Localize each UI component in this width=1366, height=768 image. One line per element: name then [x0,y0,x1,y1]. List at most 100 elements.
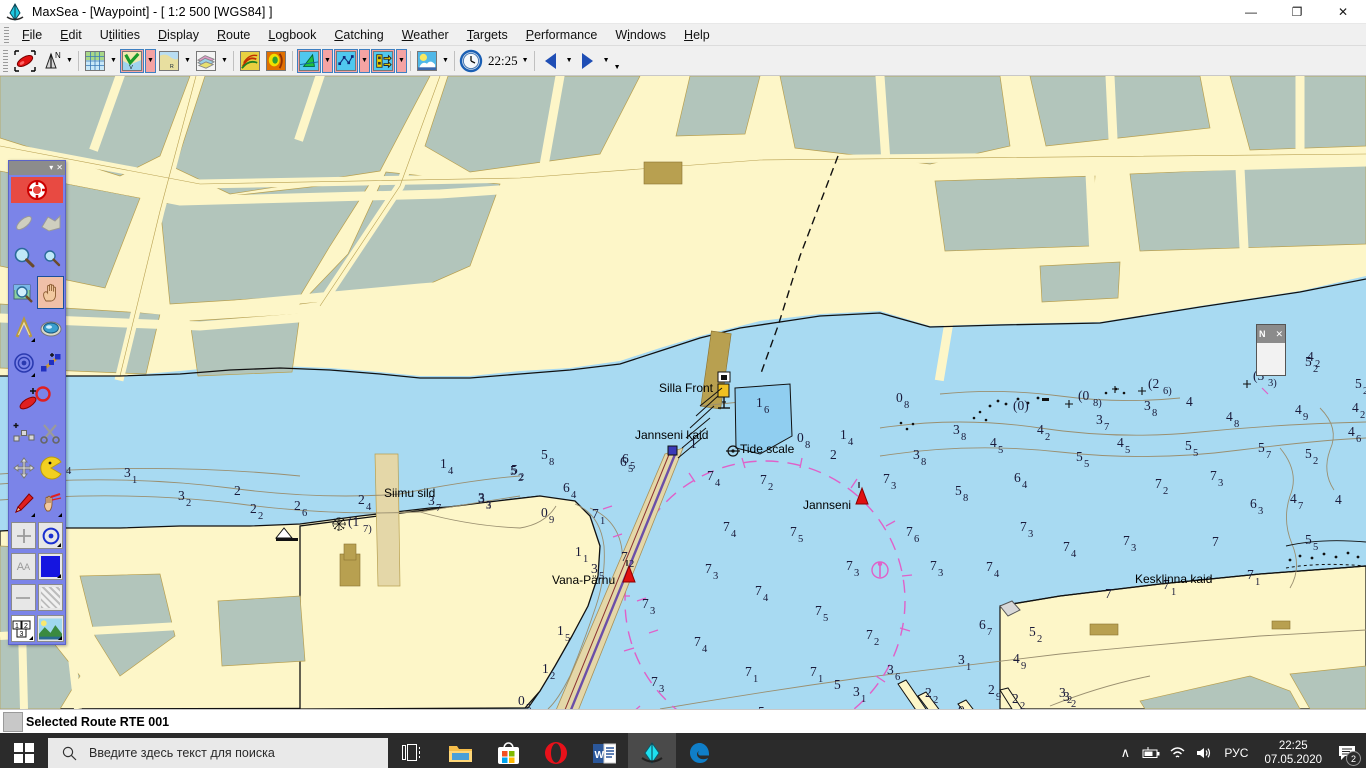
tool-flyout-corner-icon[interactable] [31,513,35,517]
annotate-hand-tool[interactable] [38,487,63,518]
tray-chevron-up-icon[interactable]: ∧ [1112,733,1138,768]
next-step-icon[interactable] [576,49,600,73]
bathymetry-icon[interactable] [238,49,262,73]
fill-color-button[interactable] [37,553,63,580]
route-layer-icon[interactable] [334,48,358,73]
close-button[interactable]: ✕ [1320,0,1366,24]
taskbar-search-input[interactable]: Введите здесь текст для поиска [48,738,388,768]
crosshair-symbol-button[interactable] [11,522,36,549]
mark-symbol-button[interactable] [38,522,63,549]
chart-layers-dropdown-icon[interactable]: ▼ [219,49,230,73]
chart-layers-icon[interactable] [194,49,218,73]
menu-item-logbook[interactable]: Logbook [259,26,325,44]
raster-chart-icon[interactable]: R [157,49,181,73]
waypoint-list-icon[interactable] [371,48,395,73]
weather-icon[interactable] [415,49,439,73]
toolbar-overflow-icon[interactable]: ▼ [612,49,623,73]
grid-chart-icon[interactable] [83,49,107,73]
hatch-pattern-button[interactable] [37,584,63,611]
menu-item-file[interactable]: File [13,26,51,44]
tool-flyout-corner-icon[interactable] [31,373,35,377]
task-view-icon[interactable] [388,733,436,768]
minimize-button[interactable]: — [1228,0,1274,24]
tool-flyout-corner-icon[interactable] [31,338,35,342]
menu-item-performance[interactable]: Performance [517,26,607,44]
grid-chart-dropdown-icon[interactable]: ▼ [108,49,119,73]
boat-position-icon[interactable] [13,49,37,73]
menu-item-weather[interactable]: Weather [393,26,458,44]
line-style-button[interactable] [11,584,36,611]
maximize-button[interactable]: ❐ [1274,0,1320,24]
microsoft-edge-icon[interactable] [676,733,724,768]
menu-item-display[interactable]: Display [149,26,208,44]
image-flyout-corner-icon[interactable] [57,636,62,640]
next-step-dropdown-icon[interactable]: ▼ [601,49,612,73]
move-object-tool[interactable] [11,452,36,483]
opera-browser-icon[interactable] [532,733,580,768]
volume-icon[interactable] [1190,733,1216,768]
taskbar-clock[interactable]: 22:25 07.05.2020 [1256,739,1330,767]
marks-layer-icon[interactable] [297,48,321,73]
north-indicator-panel[interactable]: N ✕ [1256,324,1286,376]
menu-item-edit[interactable]: Edit [51,26,91,44]
wifi-icon[interactable] [1164,733,1190,768]
create-route-tool[interactable] [11,417,36,448]
add-mark-tool[interactable] [11,382,63,413]
palette-collapse-icon[interactable]: ▾ [49,163,53,173]
zoom-out-tool[interactable] [38,242,63,273]
chart-canvas[interactable]: 343132222624(17)373314585265640971113515… [0,76,1366,709]
tools-palette[interactable]: ▾ ✕ AA 1 2 3 [8,160,66,645]
weather-dropdown-icon[interactable]: ▼ [440,49,451,73]
menu-drag-grip[interactable] [4,26,9,43]
order-flyout-corner-icon[interactable] [28,636,33,640]
symbol-flyout-corner-icon[interactable] [57,543,61,547]
draw-pencil-tool[interactable] [11,487,36,518]
cut-route-tool[interactable] [38,417,63,448]
boat-select-tool[interactable] [11,207,36,238]
layer-order-button[interactable]: 1 2 3 [10,615,35,642]
palette-close-icon[interactable]: ✕ [56,163,63,173]
add-waypoint-link-tool[interactable] [38,347,63,378]
toolbar-drag-grip[interactable] [3,49,8,72]
previous-step-dropdown-icon[interactable]: ▼ [564,49,575,73]
notification-center-icon[interactable]: 2 [1330,733,1364,768]
vector-chart-dropdown-icon[interactable]: ▼ [145,48,156,73]
pacman-delete-tool[interactable] [38,452,63,483]
tool-flyout-corner-icon[interactable] [58,513,62,517]
route-layer-dropdown-icon[interactable]: ▼ [359,48,370,73]
raster-chart-dropdown-icon[interactable]: ▼ [182,49,193,73]
menu-item-windows[interactable]: Windows [606,26,675,44]
compass-bearing-tool[interactable] [38,312,63,343]
menu-item-targets[interactable]: Targets [458,26,517,44]
font-style-button[interactable]: AA [11,553,36,580]
menu-item-utilities[interactable]: Utilities [91,26,149,44]
color-flyout-corner-icon[interactable] [57,574,61,578]
sst-satellite-icon[interactable] [264,49,288,73]
clock-icon[interactable] [459,49,483,73]
microsoft-store-icon[interactable] [484,733,532,768]
maxsea-app-icon[interactable] [628,733,676,768]
battery-icon[interactable] [1138,733,1164,768]
north-up-dropdown-icon[interactable]: ▼ [64,49,75,73]
windows-start-icon[interactable] [0,733,48,768]
previous-step-icon[interactable] [539,49,563,73]
microsoft-word-icon[interactable]: W [580,733,628,768]
pan-hand-tool[interactable] [37,276,64,309]
image-overlay-button[interactable] [36,615,64,642]
north-up-icon[interactable]: N [39,49,63,73]
menu-item-help[interactable]: Help [675,26,719,44]
vector-chart-icon[interactable]: V [120,48,144,73]
zoom-in-tool[interactable] [11,242,36,273]
keyboard-language-indicator[interactable]: РУС [1216,746,1256,760]
north-panel-close-icon[interactable]: ✕ [1275,329,1283,340]
zoom-area-tool[interactable] [11,277,36,308]
menu-item-route[interactable]: Route [208,26,259,44]
marks-layer-dropdown-icon[interactable]: ▼ [322,48,333,73]
chart-select-tool[interactable] [38,207,63,238]
lifebuoy-moblifering-tool[interactable] [11,177,63,203]
menu-item-catching[interactable]: Catching [325,26,392,44]
file-explorer-icon[interactable] [436,733,484,768]
range-rings-tool[interactable] [11,347,36,378]
ruler-distance-tool[interactable] [11,312,36,343]
clock-dropdown-icon[interactable]: ▼ [520,49,531,73]
